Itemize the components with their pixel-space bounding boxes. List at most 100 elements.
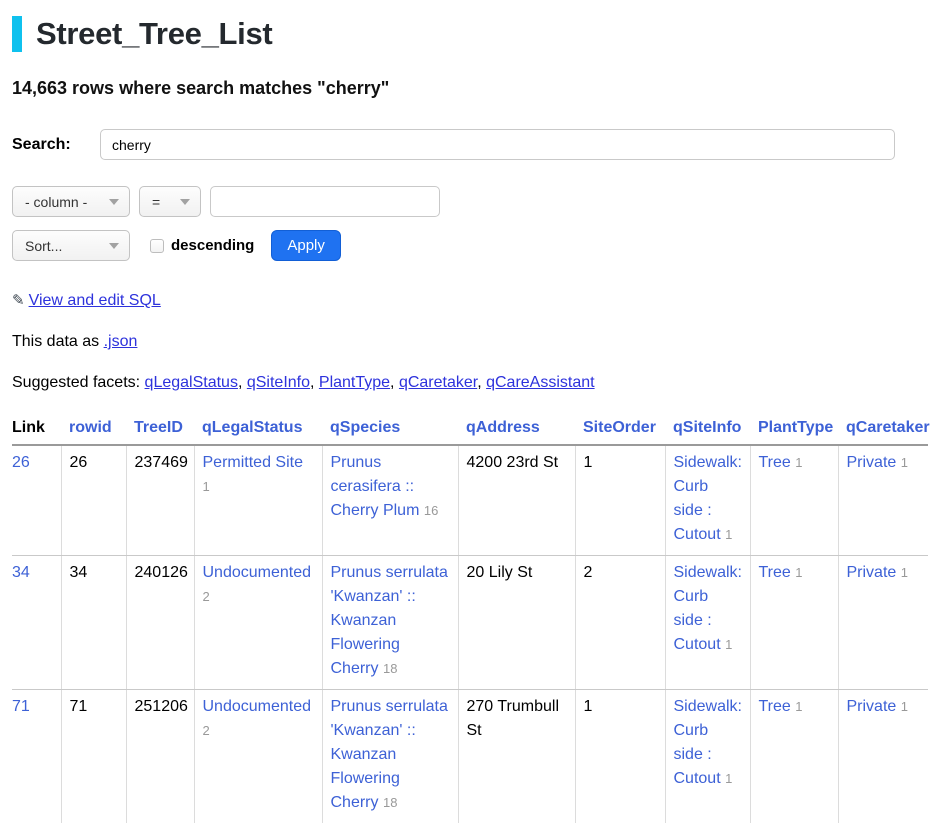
column-select-value: - column - xyxy=(25,194,87,210)
facet-link-qlegalstatus[interactable]: qLegalStatus xyxy=(145,374,238,391)
chevron-down-icon xyxy=(109,199,119,205)
facet-link-qcaretaker[interactable]: qCaretaker xyxy=(399,374,477,391)
cell-qsiteinfo: Sidewalk: Curb side : Cutout 1 xyxy=(665,445,750,556)
cell-siteorder: 1 xyxy=(575,690,665,823)
chevron-down-icon xyxy=(180,199,190,205)
facet-link-qsiteinfo[interactable]: qSiteInfo xyxy=(247,374,310,391)
apply-button[interactable]: Apply xyxy=(271,230,341,261)
facet-value-link[interactable]: Undocumented xyxy=(203,564,312,581)
cell-qlegalstatus: Undocumented 2 xyxy=(194,690,322,823)
column-header-link: Link xyxy=(12,415,61,445)
cell-treeid: 251206 xyxy=(126,690,194,823)
facet-count: 2 xyxy=(203,589,210,604)
column-header-planttype[interactable]: PlantType xyxy=(750,415,838,445)
facet-count: 1 xyxy=(901,455,908,470)
facet-link-planttype[interactable]: PlantType xyxy=(319,374,390,391)
facet-value-link[interactable]: Private xyxy=(847,698,897,715)
search-row: Search: xyxy=(12,129,928,160)
facet-count: 2 xyxy=(203,723,210,738)
cell-qspecies: Prunus cerasifera :: Cherry Plum 16 xyxy=(322,445,458,556)
data-as-prefix: This data as xyxy=(12,333,99,350)
facet-count: 16 xyxy=(424,503,438,518)
operator-select[interactable]: = xyxy=(139,186,201,217)
facet-count: 18 xyxy=(383,795,397,810)
facet-link-qcareassistant[interactable]: qCareAssistant xyxy=(486,374,595,391)
facet-count: 1 xyxy=(725,637,732,652)
filter-value-input[interactable] xyxy=(210,186,440,217)
filter-row: - column - = xyxy=(12,186,928,217)
cell-qsiteinfo: Sidewalk: Curb side : Cutout 1 xyxy=(665,556,750,690)
column-header-treeid[interactable]: TreeID xyxy=(126,415,194,445)
facet-value-link[interactable]: Tree xyxy=(759,454,791,471)
cell-qcaretaker: Private 1 xyxy=(838,556,928,690)
facet-count: 1 xyxy=(901,565,908,580)
facet-count: 1 xyxy=(901,699,908,714)
column-select[interactable]: - column - xyxy=(12,186,130,217)
column-header-rowid[interactable]: rowid xyxy=(61,415,126,445)
facet-value-link[interactable]: Permitted Site xyxy=(203,454,303,471)
facet-count: 1 xyxy=(725,771,732,786)
facet-value-link[interactable]: Undocumented xyxy=(203,698,312,715)
facet-count: 1 xyxy=(795,565,802,580)
json-link[interactable]: .json xyxy=(104,333,138,350)
row-link[interactable]: 34 xyxy=(12,564,30,581)
cell-planttype: Tree 1 xyxy=(750,445,838,556)
column-header-qlegalstatus[interactable]: qLegalStatus xyxy=(194,415,322,445)
pencil-icon: ✎ xyxy=(12,292,25,309)
facet-item: PlantType xyxy=(319,374,399,391)
cell-rowid: 71 xyxy=(61,690,126,823)
cell-qcaretaker: Private 1 xyxy=(838,445,928,556)
sort-select[interactable]: Sort... xyxy=(12,230,130,261)
page: Street_Tree_List 14,663 rows where searc… xyxy=(0,0,940,823)
page-title: Street_Tree_List xyxy=(12,16,928,52)
cell-qspecies: Prunus serrulata 'Kwanzan' :: Kwanzan Fl… xyxy=(322,556,458,690)
cell-row-link: 71 xyxy=(12,690,61,823)
column-header-qcaretaker[interactable]: qCaretaker xyxy=(838,415,928,445)
view-edit-sql-link[interactable]: View and edit SQL xyxy=(29,292,161,309)
cell-planttype: Tree 1 xyxy=(750,690,838,823)
results-table: Link rowid TreeID qLegalStatus qSpecies … xyxy=(12,415,928,823)
table-row: 34 34 240126 Undocumented 2 Prunus serru… xyxy=(12,556,928,690)
cell-qlegalstatus: Permitted Site 1 xyxy=(194,445,322,556)
cell-planttype: Tree 1 xyxy=(750,556,838,690)
facet-value-link[interactable]: Tree xyxy=(759,564,791,581)
row-link[interactable]: 26 xyxy=(12,454,30,471)
cell-siteorder: 2 xyxy=(575,556,665,690)
chevron-down-icon xyxy=(109,243,119,249)
facet-value-link[interactable]: Tree xyxy=(759,698,791,715)
cell-rowid: 26 xyxy=(61,445,126,556)
row-count-summary: 14,663 rows where search matches "cherry… xyxy=(12,78,928,99)
cell-qsiteinfo: Sidewalk: Curb side : Cutout 1 xyxy=(665,690,750,823)
facet-value-link[interactable]: Private xyxy=(847,564,897,581)
cell-qaddress: 20 Lily St xyxy=(458,556,575,690)
suggested-facets-line: Suggested facets: qLegalStatusqSiteInfoP… xyxy=(12,374,928,392)
sort-row: Sort... descending Apply xyxy=(12,230,928,261)
cell-qspecies: Prunus serrulata 'Kwanzan' :: Kwanzan Fl… xyxy=(322,690,458,823)
search-input[interactable] xyxy=(100,129,895,160)
cell-treeid: 240126 xyxy=(126,556,194,690)
facet-item: qSiteInfo xyxy=(247,374,319,391)
facet-item: qCaretaker xyxy=(399,374,486,391)
table-row: 26 26 237469 Permitted Site 1 Prunus cer… xyxy=(12,445,928,556)
column-header-qspecies[interactable]: qSpecies xyxy=(322,415,458,445)
cell-qcaretaker: Private 1 xyxy=(838,690,928,823)
facet-value-link[interactable]: Private xyxy=(847,454,897,471)
column-header-siteorder[interactable]: SiteOrder xyxy=(575,415,665,445)
column-header-qaddress[interactable]: qAddress xyxy=(458,415,575,445)
cell-row-link: 26 xyxy=(12,445,61,556)
facet-item: qCareAssistant xyxy=(486,374,595,391)
facet-count: 1 xyxy=(795,699,802,714)
cell-qaddress: 270 Trumbull St xyxy=(458,690,575,823)
row-link[interactable]: 71 xyxy=(12,698,30,715)
facet-value-link[interactable]: Prunus cerasifera :: Cherry Plum xyxy=(331,454,420,519)
sort-select-value: Sort... xyxy=(25,238,62,254)
descending-checkbox[interactable] xyxy=(150,239,164,253)
cell-qaddress: 4200 23rd St xyxy=(458,445,575,556)
title-accent-bar xyxy=(12,16,22,52)
column-header-qsiteinfo[interactable]: qSiteInfo xyxy=(665,415,750,445)
facet-count: 1 xyxy=(203,479,210,494)
cell-rowid: 34 xyxy=(61,556,126,690)
cell-treeid: 237469 xyxy=(126,445,194,556)
cell-siteorder: 1 xyxy=(575,445,665,556)
cell-qlegalstatus: Undocumented 2 xyxy=(194,556,322,690)
